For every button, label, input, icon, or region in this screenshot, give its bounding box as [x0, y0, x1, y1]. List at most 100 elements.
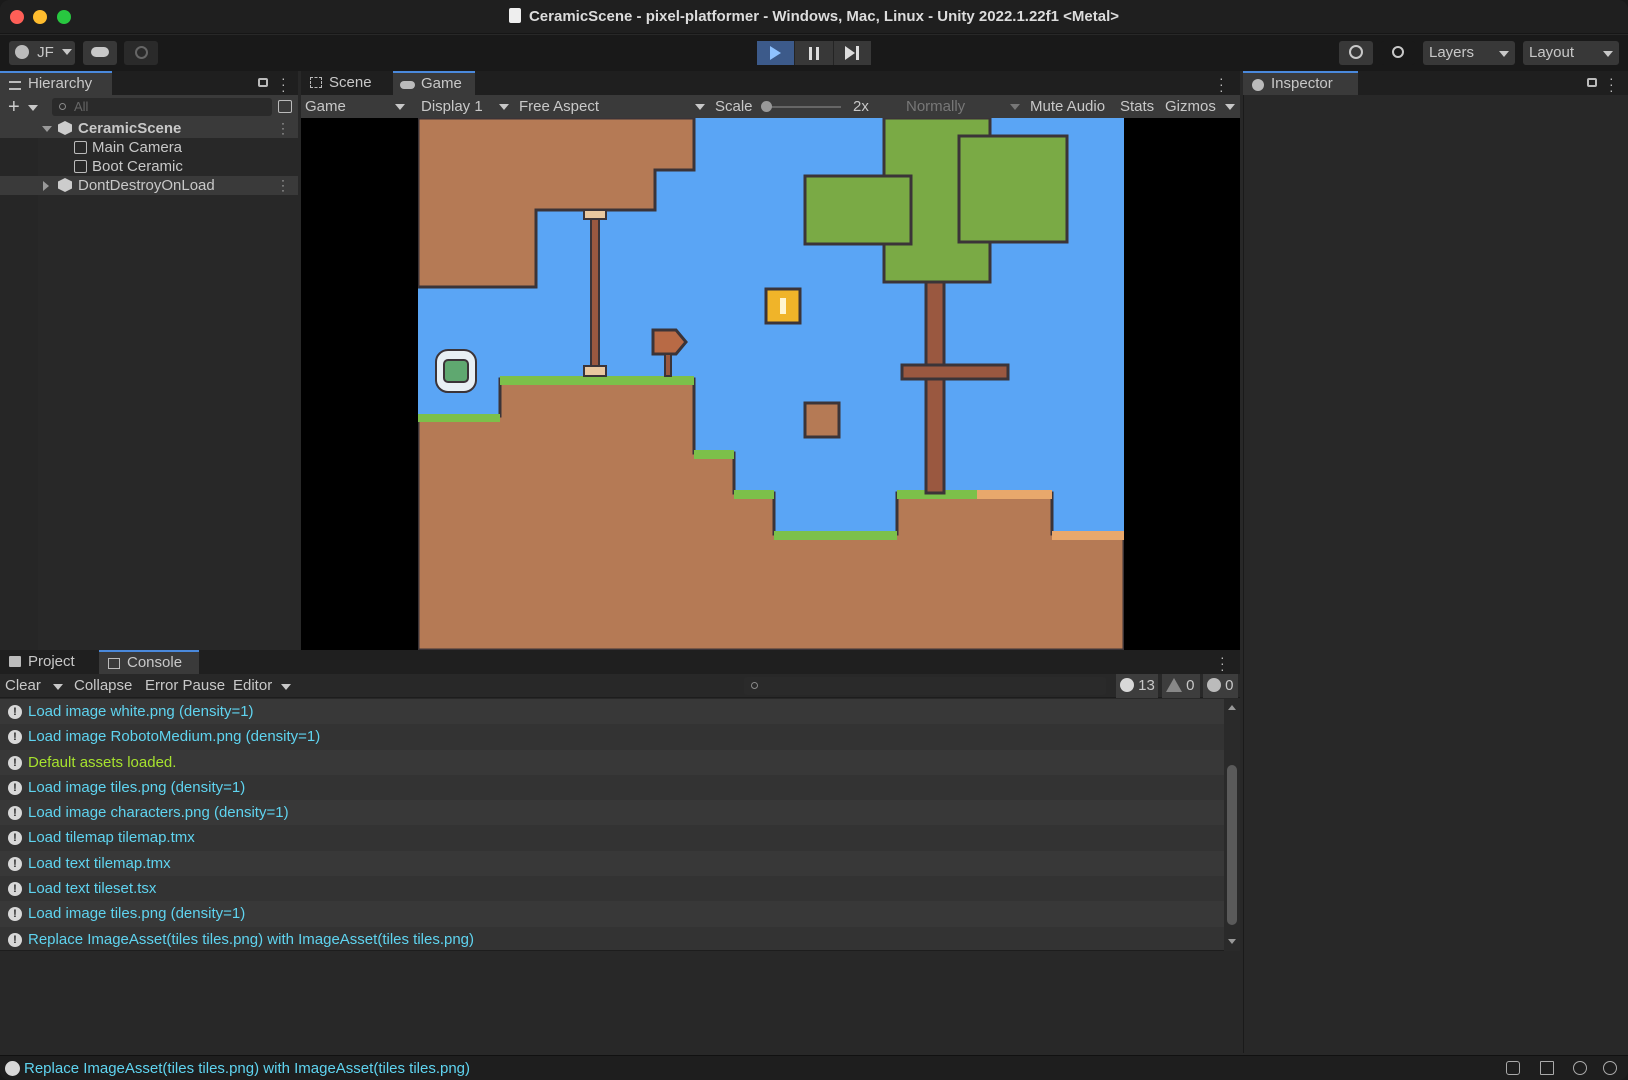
game-render[interactable] [418, 118, 1124, 650]
scroll-down-icon[interactable] [1228, 939, 1236, 944]
hierarchy-item-ceramicscene[interactable]: CeramicScene · · · [0, 117, 298, 139]
status-message[interactable]: Replace ImageAsset(tiles tiles.png) with… [24, 1060, 470, 1077]
hierarchy-item-dontdestroyonload[interactable]: DontDestroyOnLoad · · · [0, 174, 298, 196]
unity-scene-icon [58, 121, 72, 135]
info-icon: ! [8, 705, 22, 719]
chevron-down-icon[interactable] [28, 105, 38, 111]
tab-inspector[interactable]: Inspector [1243, 71, 1358, 95]
aspect-dropdown[interactable]: Free Aspect [519, 95, 705, 118]
console-empty-area [0, 950, 1240, 1054]
more-options-icon[interactable]: · · · [1220, 650, 1225, 676]
editor-dropdown[interactable]: Editor [233, 674, 291, 698]
account-dropdown[interactable]: JF [9, 41, 75, 65]
console-log-list: ! Load image white.png (density=1)! Load i… [0, 699, 1224, 952]
console-log-row[interactable]: ! Load text tilemap.tmx [0, 850, 1224, 877]
console-scrollbar[interactable] [1224, 699, 1240, 951]
hierarchy-item-main-camera[interactable]: Main Camera [0, 138, 298, 157]
check-icon[interactable] [1603, 1061, 1617, 1075]
console-log-text: Load image tiles.png (density=1) [28, 778, 246, 796]
error-pause-toggle[interactable]: Error Pause [145, 674, 225, 698]
play-button[interactable] [757, 41, 796, 65]
history-button[interactable] [1339, 41, 1373, 65]
scene-visibility-icon[interactable] [278, 100, 292, 113]
display-dropdown[interactable]: Display 1 [421, 95, 509, 118]
info-icon: ! [8, 755, 22, 770]
step-button[interactable] [833, 41, 871, 65]
list-icon [9, 81, 21, 90]
gizmos-chevron-down-icon[interactable] [1225, 104, 1235, 110]
tab-scene[interactable]: Scene [301, 71, 393, 95]
play-mode-dropdown[interactable]: Normally [906, 95, 1020, 118]
sand-far-right [1052, 531, 1124, 540]
mute-audio-toggle[interactable]: Mute Audio [1030, 95, 1105, 118]
game-view[interactable] [301, 118, 1240, 650]
cloud-button[interactable] [83, 41, 117, 65]
cache-icon[interactable] [1540, 1061, 1554, 1075]
warning-count-toggle[interactable]: 0 [1162, 674, 1200, 698]
gizmos-toggle[interactable]: Gizmos [1165, 95, 1216, 118]
status-bar: Replace ImageAsset(tiles tiles.png) with… [0, 1055, 1628, 1080]
lock-icon[interactable] [1587, 78, 1597, 87]
console-log-row[interactable]: ! Load text tileset.tsx [0, 876, 1224, 902]
console-log-row[interactable]: ! Load tilemap tilemap.tmx [0, 825, 1224, 851]
info-icon: ! [8, 806, 22, 821]
info-icon: ! [8, 882, 22, 897]
search-button[interactable] [1381, 41, 1415, 65]
more-options-icon[interactable]: · · · [1219, 71, 1224, 97]
hierarchy-item-label: CeramicScene [78, 120, 182, 137]
network-icon[interactable] [1573, 1061, 1587, 1075]
lock-icon[interactable] [258, 78, 268, 87]
scroll-up-icon[interactable] [1228, 705, 1236, 710]
more-options-icon[interactable]: · · · [281, 71, 286, 97]
grass-pit [774, 531, 897, 540]
layers-dropdown[interactable]: Layers [1423, 41, 1515, 65]
search-icon [751, 682, 758, 689]
console-log-row[interactable]: ! Load image tiles.png (density=1) [0, 774, 1224, 801]
console-log-row[interactable]: ! Load image tiles.png (density=1) [0, 901, 1224, 927]
stats-toggle[interactable]: Stats [1120, 95, 1154, 118]
collapse-arrow-icon[interactable] [43, 181, 49, 191]
scale-slider-thumb[interactable] [761, 101, 772, 112]
game-view-toolbar: Game Display 1 Free Aspect Scale 2x Norm… [301, 95, 1240, 118]
collab-button[interactable] [124, 41, 158, 65]
window-title-text: CeramicScene - pixel-platformer - Window… [528, 8, 1120, 25]
console-log-row[interactable]: ! Load image RobotoMedium.png (density=1) [0, 724, 1224, 750]
tab-inspector-label: Inspector [1271, 75, 1333, 92]
clear-button[interactable]: Clear [5, 674, 41, 698]
clear-options-chevron-icon[interactable] [53, 684, 63, 690]
more-options-icon[interactable]: · · · [281, 117, 285, 139]
tree-trunk [924, 271, 946, 495]
collapse-toggle[interactable]: Collapse [74, 674, 132, 698]
warning-count: 0 [1186, 677, 1195, 694]
console-search-input[interactable] [744, 677, 1106, 695]
collab-icon [134, 46, 148, 59]
grass-step-2 [734, 490, 774, 499]
hierarchy-item-label: Main Camera [92, 139, 183, 156]
hierarchy-item-boot-ceramic[interactable]: Boot Ceramic [0, 157, 298, 176]
error-count-toggle[interactable]: 0 [1203, 674, 1238, 698]
expand-arrow-icon[interactable] [42, 126, 52, 132]
add-icon[interactable]: + [8, 96, 20, 119]
debug-icon[interactable] [1506, 1061, 1520, 1075]
tab-hierarchy[interactable]: Hierarchy [0, 71, 112, 95]
console-log-row[interactable]: ! Load image characters.png (density=1) [0, 800, 1224, 826]
console-log-row[interactable]: ! Load image white.png (density=1) [0, 699, 1224, 725]
scrollbar-thumb[interactable] [1227, 765, 1237, 925]
pause-button[interactable] [795, 41, 834, 65]
tab-project[interactable]: Project [0, 650, 96, 674]
layout-dropdown[interactable]: Layout [1523, 41, 1619, 65]
tab-game[interactable]: Game [393, 71, 475, 95]
chevron-down-icon [1499, 51, 1509, 57]
game-mode-dropdown[interactable]: Game [305, 95, 405, 118]
chevron-down-icon [1010, 104, 1020, 110]
console-log-row[interactable]: ! Default assets loaded. [0, 749, 1224, 775]
tab-console[interactable]: Console [99, 650, 199, 674]
info-count-toggle[interactable]: 13 [1116, 674, 1158, 698]
scale-slider[interactable] [761, 101, 841, 112]
more-options-icon[interactable]: · · · [281, 174, 285, 196]
more-options-icon[interactable]: · · · [1609, 71, 1614, 97]
info-icon: ! [8, 780, 22, 795]
hierarchy-search-input[interactable]: All [52, 98, 272, 116]
console-log-row[interactable]: ! Replace ImageAsset(tiles tiles.png) wit… [0, 926, 1224, 952]
layout-label: Layout [1529, 44, 1575, 61]
